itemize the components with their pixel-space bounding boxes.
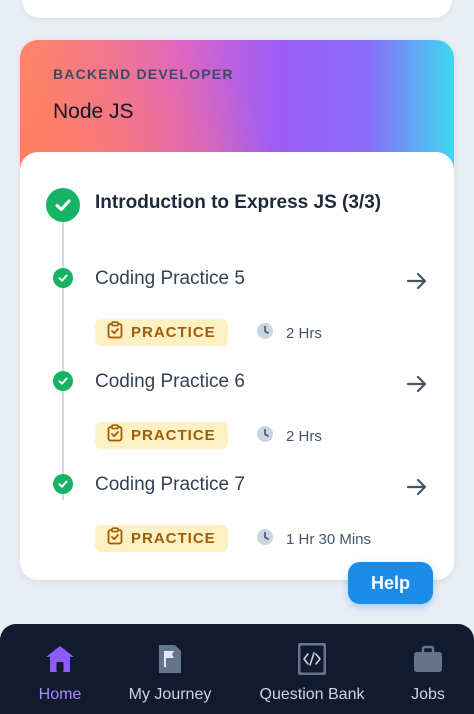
badge-label: PRACTICE	[131, 324, 216, 341]
nav-item-question-bank[interactable]: Question Bank	[252, 624, 372, 714]
clock-icon	[256, 425, 274, 448]
complete-check-icon	[53, 371, 73, 391]
duration: 2 Hrs	[256, 425, 322, 448]
duration: 2 Hrs	[256, 322, 322, 345]
course-body: Introduction to Express JS (3/3) Coding …	[20, 152, 454, 580]
complete-check-icon	[53, 268, 73, 288]
flag-icon	[153, 642, 187, 676]
list-item[interactable]: Coding Practice 7 PRACTICE 1 Hr 30 Mins	[20, 468, 454, 568]
nav-label-my-journey: My Journey	[128, 686, 212, 703]
duration-text: 2 Hrs	[286, 325, 322, 342]
clock-icon	[256, 528, 274, 551]
clock-icon	[256, 322, 274, 345]
clipboard-check-icon	[107, 321, 123, 344]
complete-check-icon	[53, 474, 73, 494]
home-icon	[43, 642, 77, 676]
nav-label-home: Home	[38, 686, 82, 703]
practice-badge: PRACTICE	[95, 525, 228, 552]
course-category: BACKEND DEVELOPER	[53, 66, 234, 82]
course-card: BACKEND DEVELOPER Node JS Introduction t…	[20, 40, 454, 580]
practice-badge: PRACTICE	[95, 319, 228, 346]
nav-label-question-bank: Question Bank	[259, 686, 365, 703]
item-title[interactable]: Coding Practice 6	[95, 371, 245, 393]
badge-label: PRACTICE	[131, 530, 216, 547]
duration-text: 1 Hr 30 Mins	[286, 531, 372, 548]
nav-item-my-journey[interactable]: My Journey	[120, 624, 220, 714]
briefcase-icon	[411, 642, 445, 676]
code-book-icon	[295, 642, 329, 676]
arrow-right-icon[interactable]	[404, 371, 430, 397]
duration: 1 Hr 30 Mins	[256, 528, 371, 551]
clipboard-check-icon	[107, 527, 123, 550]
list-item[interactable]: Coding Practice 6 PRACTICE 2 Hrs	[20, 365, 454, 465]
course-title: Node JS	[53, 100, 134, 123]
arrow-right-icon[interactable]	[404, 474, 430, 500]
arrow-right-icon[interactable]	[404, 268, 430, 294]
bottom-nav: Home My Journey Question Bank Jobs	[0, 624, 474, 714]
nav-label-jobs: Jobs	[411, 686, 445, 703]
item-title[interactable]: Coding Practice 7	[95, 474, 245, 496]
help-button[interactable]: Help	[348, 562, 433, 604]
nav-item-home[interactable]: Home	[24, 624, 96, 714]
previous-card	[22, 0, 452, 18]
badge-label: PRACTICE	[131, 427, 216, 444]
list-item[interactable]: Coding Practice 5 PRACTICE 2 Hrs	[20, 262, 454, 362]
nav-item-jobs[interactable]: Jobs	[398, 624, 458, 714]
module-complete-check-icon	[46, 188, 80, 222]
practice-badge: PRACTICE	[95, 422, 228, 449]
clipboard-check-icon	[107, 424, 123, 447]
duration-text: 2 Hrs	[286, 428, 322, 445]
item-title[interactable]: Coding Practice 5	[95, 268, 245, 290]
module-title: Introduction to Express JS (3/3)	[95, 192, 382, 213]
